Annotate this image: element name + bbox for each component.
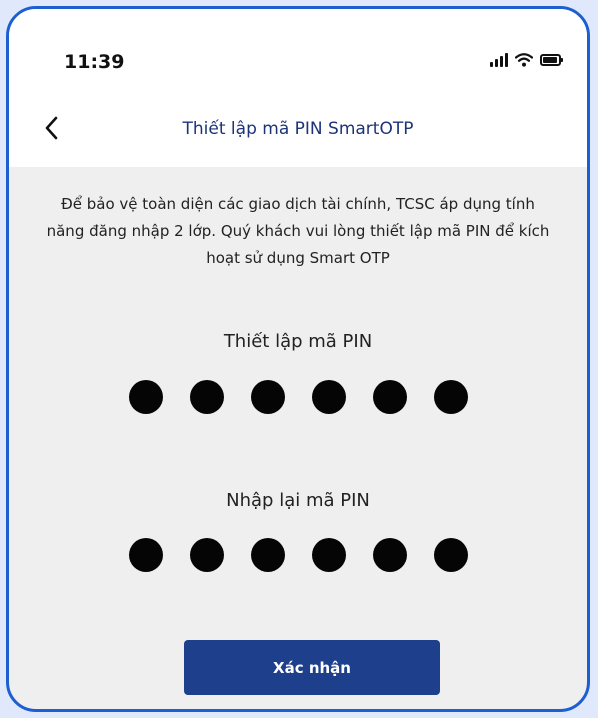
chevron-left-icon[interactable] (39, 113, 65, 143)
page-title: Thiết lập mã PIN SmartOTP (182, 119, 414, 139)
pin-dot (250, 380, 285, 414)
pin-confirm-label: Nhập lại mã PIN (226, 490, 370, 511)
phone-screen: 11:39 Thiết lập mã PIN SmartOTP Để bảo v… (6, 6, 590, 712)
wifi-icon (515, 53, 533, 67)
confirm-button[interactable]: Xác nhận (184, 640, 440, 695)
pin-dot (128, 538, 163, 572)
pin-setup-field[interactable] (9, 380, 587, 414)
pin-confirm-field[interactable] (9, 538, 587, 572)
pin-dot (433, 380, 468, 414)
pin-dot (311, 380, 346, 414)
app-header: 11:39 Thiết lập mã PIN SmartOTP (9, 9, 587, 167)
pin-dot (311, 538, 346, 572)
pin-dot (128, 380, 163, 414)
intro-text: Để bảo vệ toàn diện các giao dịch tài ch… (46, 195, 550, 267)
pin-dot (372, 538, 407, 572)
pin-dot (433, 538, 468, 572)
pin-dot (372, 380, 407, 414)
battery-icon (540, 54, 563, 66)
pin-dot (250, 538, 285, 572)
pin-setup-label: Thiết lập mã PIN (223, 331, 373, 352)
status-time: 11:39 (64, 51, 125, 73)
pin-dot (189, 538, 224, 572)
status-icons (490, 53, 563, 67)
pin-dot (189, 380, 224, 414)
signal-icon (490, 53, 508, 67)
